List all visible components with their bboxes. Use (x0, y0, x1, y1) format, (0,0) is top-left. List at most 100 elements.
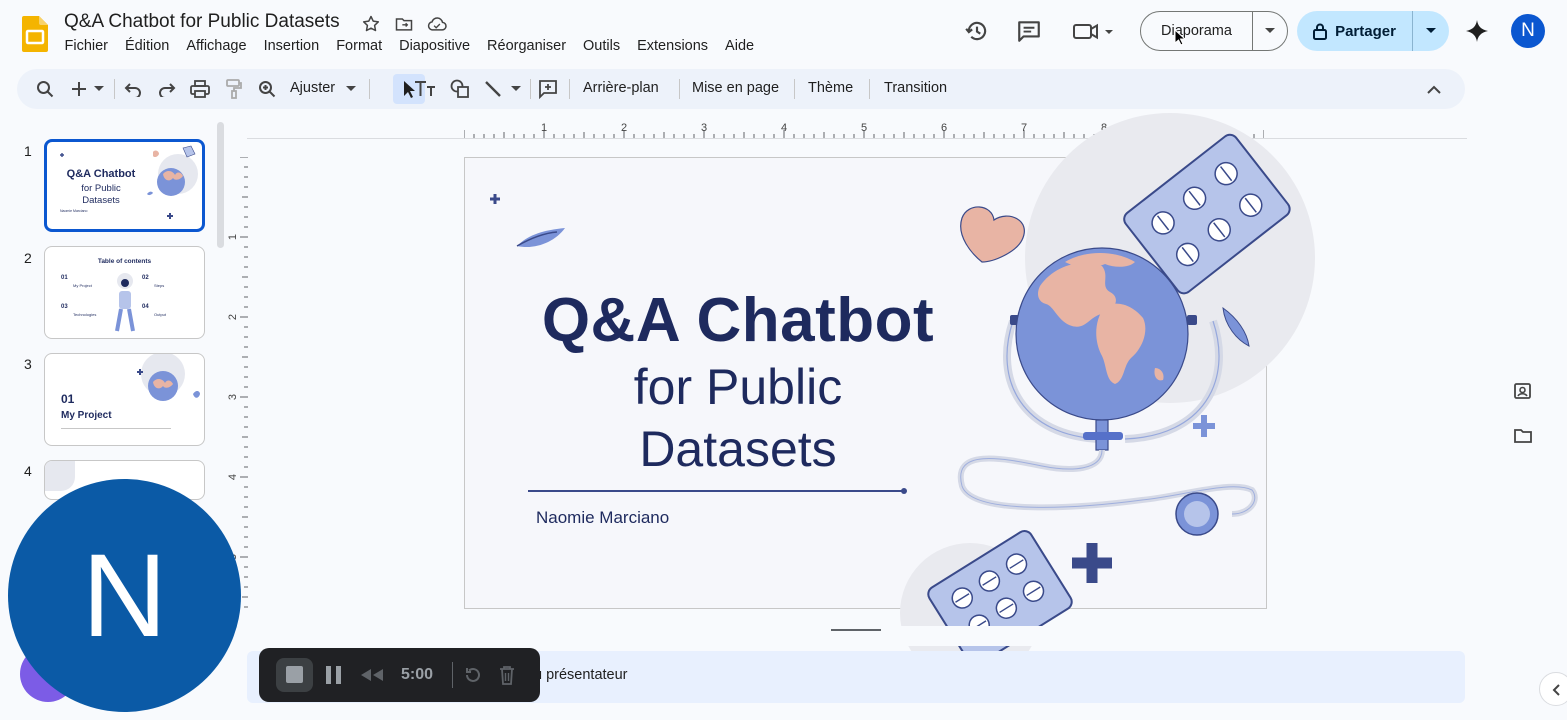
menu-tools[interactable]: Outils (575, 38, 629, 58)
slideshow-button[interactable]: Diaporama (1140, 11, 1288, 51)
slide-thumbnail-3[interactable]: 01 My Project (44, 353, 205, 446)
background-button[interactable]: Arrière-plan (583, 80, 659, 96)
share-button[interactable]: Partager (1297, 11, 1449, 51)
zoom-dropdown-icon[interactable] (344, 78, 358, 100)
comment-icon[interactable] (1016, 18, 1042, 44)
trash-icon[interactable] (499, 665, 515, 685)
sparkle-icon[interactable] (1465, 19, 1489, 43)
transition-button[interactable]: Transition (884, 80, 947, 96)
mouse-cursor-icon (1174, 29, 1186, 46)
zoom-select[interactable]: Ajuster (290, 80, 335, 96)
thumb-section-num: 01 (61, 392, 75, 406)
slide-number: 4 (24, 463, 32, 479)
ruler-label: 4 (781, 122, 787, 134)
new-slide-dropdown-icon[interactable] (93, 78, 105, 100)
collapse-side-panel-button[interactable] (1539, 672, 1567, 706)
history-icon[interactable] (964, 18, 990, 44)
ruler-divider (247, 138, 1467, 139)
ruler-label: 2 (621, 122, 627, 134)
rewind-icon[interactable] (360, 668, 384, 682)
recorder-divider (452, 662, 453, 688)
ruler-label: 7 (1021, 122, 1027, 134)
thumb-globe-illustration (137, 354, 200, 401)
slide-number: 1 (24, 143, 32, 159)
slides-logo-icon[interactable] (22, 16, 48, 52)
slide-subtitle-line1[interactable]: for Public (465, 358, 1011, 416)
menu-extensions[interactable]: Extensions (629, 38, 717, 58)
slide-number: 3 (24, 356, 32, 372)
cloud-saved-icon[interactable] (426, 14, 447, 34)
print-icon[interactable] (189, 78, 211, 100)
line-icon[interactable] (482, 78, 504, 100)
menu-file[interactable]: Fichier (56, 38, 117, 58)
menu-bar: Fichier Édition Affichage Insertion Form… (56, 38, 763, 58)
slideshow-dropdown-icon[interactable] (1253, 12, 1287, 50)
search-icon[interactable] (34, 78, 56, 100)
menu-edit[interactable]: Édition (117, 38, 178, 58)
slide-number: 2 (24, 250, 32, 266)
restart-icon[interactable] (464, 666, 482, 684)
star-icon[interactable] (361, 14, 381, 34)
slide-thumbnail-2[interactable]: Table of contents 01 My Project 02 Steps… (44, 246, 205, 339)
camera-icon[interactable] (1072, 18, 1122, 44)
toolbar: Ajuster Arrière-plan Mise en page Thème … (17, 69, 1465, 109)
thumb-toc-num: 04 (142, 304, 149, 310)
ruler-label: 5 (861, 122, 867, 134)
recording-controls: 5:00 (259, 648, 540, 702)
document-title[interactable]: Q&A Chatbot for Public Datasets (64, 11, 340, 33)
slideshow-label[interactable]: Diaporama (1141, 12, 1253, 50)
account-avatar[interactable]: N (1511, 14, 1545, 48)
menu-help[interactable]: Aide (717, 38, 763, 58)
menu-format[interactable]: Format (328, 38, 391, 58)
slide-canvas[interactable]: Q&A Chatbot for Public Datasets Naomie M… (464, 113, 1315, 683)
thumb-section-title: My Project (61, 410, 112, 421)
slide-subtitle-line2[interactable]: Datasets (465, 420, 1011, 478)
thumb-toc-num: 02 (142, 275, 149, 281)
zoom-icon[interactable] (256, 78, 278, 100)
pause-icon[interactable] (325, 665, 343, 685)
line-dropdown-icon[interactable] (509, 78, 523, 100)
ruler-label: 6 (941, 122, 947, 134)
slide-thumbnail-1[interactable]: Q&A Chatbot for Public Datasets Naomie M… (44, 139, 205, 232)
shape-icon[interactable] (449, 78, 471, 100)
ruler-label: 3 (701, 122, 707, 134)
speaker-notes-placeholder[interactable]: u présentateur (534, 667, 628, 683)
thumb-title: Q&A Chatbot (66, 168, 136, 180)
chevron-left-icon (1552, 684, 1560, 696)
menu-arrange[interactable]: Réorganiser (479, 38, 575, 58)
contact-card-icon[interactable] (1512, 380, 1534, 402)
ruler-label: 3 (228, 394, 239, 400)
stop-button[interactable] (276, 658, 313, 692)
paint-format-icon[interactable] (223, 78, 245, 100)
share-dropdown-icon[interactable] (1413, 11, 1449, 51)
thumb-toc-num: 03 (61, 304, 68, 310)
thumb-author: Naomie Marciano (60, 209, 88, 213)
notes-resize-handle[interactable] (831, 629, 881, 631)
thumb-toc-label: Technologies (73, 312, 97, 317)
slide-title[interactable]: Q&A Chatbot (465, 285, 1011, 356)
thumb-toc-label: Steps (154, 283, 165, 288)
layout-button[interactable]: Mise en page (692, 80, 779, 96)
presenter-avatar: N (8, 479, 241, 712)
menu-slide[interactable]: Diapositive (391, 38, 479, 58)
new-slide-icon[interactable] (68, 78, 90, 100)
folder-icon[interactable] (1512, 425, 1534, 447)
chevron-up-icon[interactable] (1423, 78, 1445, 100)
menu-view[interactable]: Affichage (178, 38, 255, 58)
thumb-subtitle: Datasets (82, 195, 120, 206)
theme-button[interactable]: Thème (808, 80, 853, 96)
vertical-ruler: 12345 (228, 157, 248, 608)
filmstrip-scrollbar[interactable] (217, 122, 224, 248)
stop-icon (286, 666, 303, 683)
undo-icon[interactable] (122, 78, 144, 100)
share-label: Partager (1335, 22, 1396, 40)
move-folder-icon[interactable] (394, 14, 414, 34)
ruler-label: 1 (228, 234, 239, 240)
comment-add-icon[interactable] (537, 78, 559, 100)
redo-icon[interactable] (156, 78, 178, 100)
recording-timer: 5:00 (401, 666, 434, 683)
menu-insert[interactable]: Insertion (255, 38, 328, 58)
slide-author[interactable]: Naomie Marciano (536, 508, 669, 528)
thumb-toc-label: My Project (73, 283, 92, 288)
text-box-icon[interactable] (414, 78, 436, 100)
